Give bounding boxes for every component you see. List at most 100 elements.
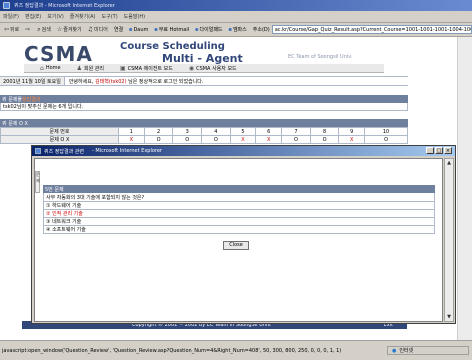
user-icon: ◉	[188, 64, 195, 72]
search-button[interactable]: ⌕ 검색	[34, 26, 54, 34]
menu-view[interactable]: 보기(V)	[44, 13, 67, 20]
popup-body: 문제 5번 문제 사무 자동화의 3대 기술에 포함되지 않는 것은? ① 하드…	[34, 158, 443, 322]
question-number-cell[interactable]: 8	[309, 127, 340, 136]
ie-link-icon: e	[228, 27, 232, 33]
link-connect[interactable]: 연결	[111, 26, 126, 33]
ox-cell[interactable]: O	[143, 135, 174, 144]
ox-cell[interactable]: X	[255, 135, 283, 144]
star-icon: ☆	[56, 26, 63, 33]
question-number-cell[interactable]: 5	[229, 127, 257, 136]
table-row: 문제 O X X O O O X X O O X O	[0, 135, 408, 144]
link-daum[interactable]: eDaum	[126, 27, 151, 33]
site-banner: Course Scheduling Multi - Agent EC Team …	[92, 41, 384, 65]
answer-option: ① 하드웨어 기술	[44, 201, 434, 209]
close-button[interactable]: Close	[223, 241, 249, 250]
close-icon[interactable]: ×	[444, 147, 452, 154]
ox-cell[interactable]: O	[309, 135, 340, 144]
popup-window-controls: _ □ ×	[426, 147, 452, 154]
menu-edit[interactable]: 편집(E)	[22, 13, 44, 20]
media-button[interactable]: ♫ 미디어	[85, 26, 111, 33]
address-field[interactable]: ac.kr/Course/Gap_Quiz_Result.asp?Current…	[271, 25, 472, 34]
question-header: 5번 문제	[43, 185, 435, 193]
question-number-cell[interactable]: 7	[281, 127, 311, 136]
home-icon: ⌂	[40, 64, 44, 72]
popup-subtitle: - Microsoft Internet Explorer	[91, 148, 162, 154]
forward-arrow-icon: ⇨	[25, 26, 31, 33]
result-header-prefix: 퀴 문제풀	[2, 96, 22, 103]
status-bar: javascript:open_window('Question_Review'…	[0, 340, 472, 360]
link-empas[interactable]: e엠파스	[226, 26, 250, 33]
ie-link-icon: e	[129, 26, 133, 33]
maximize-button[interactable]: □	[435, 147, 443, 154]
ox-cell[interactable]: O	[281, 135, 311, 144]
main-scrollbar[interactable]	[457, 37, 472, 340]
nav-agent-mode[interactable]: ▣ CSMA 에이전트 모드	[120, 65, 173, 72]
menu-favorites[interactable]: 즐겨찾기(A)	[67, 13, 99, 20]
question-number-cell[interactable]: 4	[201, 127, 231, 136]
row-label: 문제 번호	[0, 127, 119, 136]
answer-option: ③ 네트워크 기술	[44, 217, 434, 225]
link-label: 무료 Hotmail	[158, 27, 190, 33]
banner-team: EC Team of Soongsil Univ.	[288, 54, 353, 60]
ox-header: 퀴 문제 O X	[0, 119, 408, 127]
menu-tools[interactable]: 도구(T)	[99, 13, 121, 20]
menu-file[interactable]: 파일(F)	[0, 13, 22, 20]
address-label: 주소(D)	[252, 27, 270, 33]
link-hotmail[interactable]: e무료 Hotmail	[151, 26, 192, 33]
nav-label: Home	[45, 65, 61, 71]
answer-option: ④ 소프트웨어 기술	[44, 225, 434, 233]
result-header-highlight: 정답결과	[22, 96, 41, 103]
ox-cell[interactable]: X	[118, 135, 145, 144]
question-number-cell[interactable]: 2	[143, 127, 174, 136]
minimize-button[interactable]: _	[426, 147, 434, 154]
back-button[interactable]: ⇦ 뒤로	[1, 26, 22, 33]
question-number-cell[interactable]: 10	[364, 127, 408, 136]
menu-help[interactable]: 도움말(H)	[121, 13, 148, 20]
link-label: 연결	[113, 27, 124, 33]
side-tab[interactable]: 문제	[35, 171, 40, 193]
ox-table: 문제 번호 1 2 3 4 5 6 7 8 9 10 문제 O X X O O …	[0, 127, 408, 144]
question-number-cell[interactable]: 3	[172, 127, 203, 136]
ox-cell[interactable]: O	[172, 135, 203, 144]
quiz-review-popup: 퀴즈 정답결과 관련 - Microsoft Internet Explorer…	[31, 145, 456, 324]
current-date: 2001년 11월 10일 토요일	[0, 77, 65, 85]
link-label: Daum	[133, 26, 149, 33]
table-row: 문제 번호 1 2 3 4 5 6 7 8 9 10	[0, 127, 408, 136]
scroll-down-icon[interactable]: ▼	[445, 313, 453, 321]
browser-title: 퀴즈 정답결과 - Microsoft Internet Explorer	[14, 3, 115, 9]
nav-user-mode[interactable]: ◉ CSMA 사용자 모드	[189, 65, 237, 72]
favorites-button[interactable]: ☆ 즐겨찾기	[54, 26, 85, 33]
ie-link-icon: e	[195, 27, 199, 33]
ox-cell[interactable]: O	[201, 135, 231, 144]
link-label: 다이얼패드	[199, 27, 223, 33]
menu-bar: 파일(F) 편집(E) 보기(V) 즐겨찾기(A) 도구(T) 도움말(H)	[0, 11, 472, 23]
forward-button[interactable]: ⇨	[22, 26, 34, 33]
welcome-user: 김태혁(tsk02)	[95, 78, 127, 85]
nav-member[interactable]: ♟ 회원 관리	[77, 65, 104, 72]
question-number-cell[interactable]: 1	[118, 127, 145, 136]
question-number-cell[interactable]: 6	[255, 127, 283, 136]
popup-scrollbar[interactable]: ▲ ▼	[444, 158, 454, 322]
nav-home[interactable]: ⌂ Home	[40, 65, 61, 72]
scroll-up-icon[interactable]: ▲	[445, 159, 453, 167]
site-logo: CSMA	[24, 42, 93, 66]
question-number-cell[interactable]: 9	[338, 127, 366, 136]
ox-cell[interactable]: X	[338, 135, 366, 144]
answer-option-selected: ② 인적 관리 기술	[44, 209, 434, 217]
zone-label: 인터넷	[399, 348, 414, 354]
search-label: 검색	[41, 27, 51, 33]
link-dialpad[interactable]: e다이얼패드	[192, 26, 225, 33]
ox-cell[interactable]: X	[229, 135, 257, 144]
login-info: 2001년 11월 10일 토요일 안녕하세요, 김태혁(tsk02) 님은 정…	[0, 76, 408, 86]
welcome-prefix: 안녕하세요,	[68, 78, 94, 85]
welcome-suffix: 님은 정상적으로 로그인 되었습니다.	[128, 78, 204, 85]
ox-cell[interactable]: O	[364, 135, 408, 144]
result-header: 퀴 문제풀 정답결과	[0, 95, 408, 103]
agent-icon: ▣	[119, 64, 126, 72]
banner-title: Course Scheduling	[120, 41, 225, 52]
ie-icon	[35, 148, 41, 154]
popup-title: 퀴즈 정답결과 관련	[44, 148, 84, 155]
media-label: 미디어	[94, 27, 108, 33]
link-label: 엠파스	[232, 27, 247, 33]
ox-section: 퀴 문제 O X 문제 번호 1 2 3 4 5 6 7 8 9 10 문제 O…	[0, 119, 408, 144]
